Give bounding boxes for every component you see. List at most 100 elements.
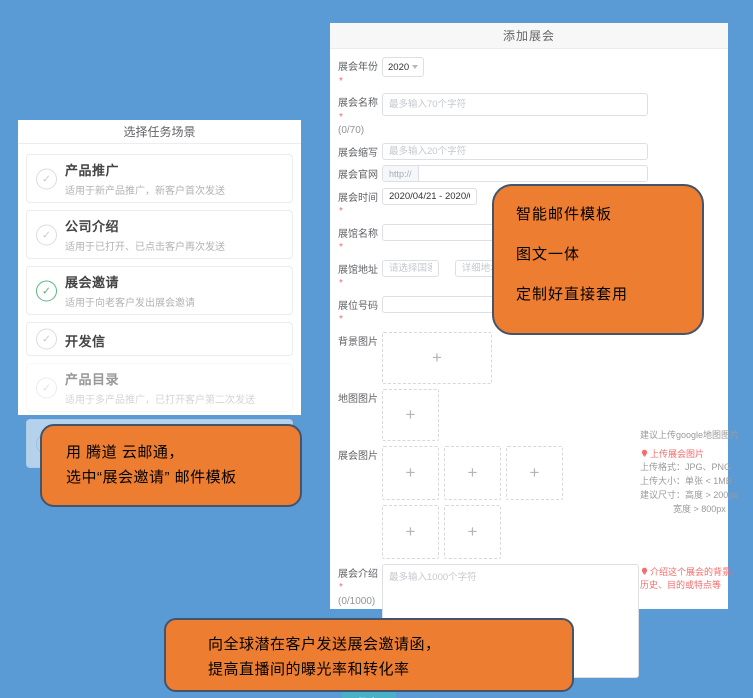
callout-goal: 向全球潜在客户发送展会邀请函， 提高直播间的曝光率和转化率: [164, 618, 574, 692]
map-upload-hint: 建议上传google地图图片: [640, 429, 740, 443]
scenario-item-company-intro[interactable]: ✓ 公司介绍 适用于已打开、已点击客户再次发送: [26, 210, 293, 259]
photos-hint-format: 上传格式：JPG、PNG: [640, 461, 740, 475]
bulb-icon: [640, 449, 649, 458]
required-mark: *: [339, 278, 343, 289]
task-scenario-panel: 选择任务场景 ✓ 产品推广 适用于新产品推广，新客户首次发送 ✓ 公司介绍 适用…: [18, 120, 301, 415]
intro-hint-text: 介绍这个展会的背景、历史、目的或特点等: [640, 567, 740, 591]
plus-icon: +: [530, 463, 540, 483]
plus-icon: +: [468, 463, 478, 483]
year-select-value: 2020: [388, 62, 409, 73]
check-icon: ✓: [36, 224, 57, 245]
required-mark: *: [339, 112, 343, 123]
abbr-label: 展会缩写: [338, 143, 382, 161]
callout-line: 用 腾道 云邮通，: [66, 441, 292, 466]
callout-line: 选中“展会邀请” 邮件模板: [66, 466, 292, 491]
scenario-title: 开发信: [65, 331, 284, 350]
check-icon: ✓: [36, 168, 57, 189]
scenario-item-product-promo[interactable]: ✓ 产品推广 适用于新产品推广，新客户首次发送: [26, 154, 293, 203]
plus-icon: +: [406, 522, 416, 542]
scenario-subtitle: 适用于多产品推广，已打开客户第二次发送: [65, 391, 284, 406]
name-label: 展会名称: [338, 98, 378, 109]
website-input-group: http://: [382, 165, 648, 182]
map-upload-box[interactable]: +: [382, 389, 439, 441]
country-select-input[interactable]: [382, 260, 439, 277]
callout-template-features: 智能邮件模板 图文一体 定制好直接套用: [492, 184, 704, 335]
scenario-item-dev-letter[interactable]: ✓ 开发信: [26, 322, 293, 356]
row-abbr: 展会缩写: [338, 143, 728, 161]
row-year: 展会年份 * 2020: [338, 57, 728, 88]
slide-background: 选择任务场景 ✓ 产品推广 适用于新产品推广，新客户首次发送 ✓ 公司介绍 适用…: [0, 0, 753, 698]
photo-upload-box[interactable]: +: [506, 446, 563, 500]
check-icon-selected: ✓: [36, 280, 57, 301]
scenario-subtitle: 适用于新产品推广，新客户首次发送: [65, 182, 284, 197]
time-label: 展会时间: [338, 193, 378, 204]
url-prefix-label: http://: [383, 166, 419, 181]
map-image-label: 地图图片: [338, 389, 382, 441]
photos-upload-hint: 上传展会图片 上传格式：JPG、PNG 上传大小：单张 < 1MB 建议尺寸：高…: [640, 448, 740, 518]
required-mark: *: [339, 206, 343, 217]
scenario-title: 展会邀请: [65, 272, 284, 291]
callout-line: 智能邮件模板: [516, 203, 692, 224]
scenario-title: 产品目录: [65, 369, 284, 388]
photo-upload-box[interactable]: +: [382, 446, 439, 500]
check-icon: ✓: [36, 329, 57, 350]
abbreviation-input[interactable]: [382, 143, 648, 160]
callout-line: 图文一体: [516, 243, 692, 264]
scenario-subtitle: 适用于向老客户发出展会邀请: [65, 294, 284, 309]
scenario-title: 公司介绍: [65, 216, 284, 235]
plus-icon: +: [468, 522, 478, 542]
callout-instruction: 用 腾道 云邮通， 选中“展会邀请” 邮件模板: [40, 424, 302, 507]
photo-upload-box[interactable]: +: [444, 446, 501, 500]
photo-upload-grid: + + + + +: [382, 446, 582, 559]
callout-line: 定制好直接套用: [516, 283, 692, 304]
check-icon: ✓: [36, 377, 57, 398]
scenario-panel-title: 选择任务场景: [18, 120, 301, 144]
venue-label: 展馆名称: [338, 229, 378, 240]
address-label: 展馆地址: [338, 265, 378, 276]
intro-hint: 介绍这个展会的背景、历史、目的或特点等: [640, 566, 740, 594]
photos-hint-dim1: 建议尺寸：高度 > 200px: [640, 489, 740, 503]
year-select[interactable]: 2020: [382, 57, 424, 77]
bulb-icon: [640, 567, 649, 576]
required-mark: *: [339, 242, 343, 253]
row-name: 展会名称 * (0/70): [338, 93, 728, 138]
plus-icon: +: [432, 348, 442, 368]
name-counter: (0/70): [338, 125, 364, 136]
form-body: 展会年份 * 2020 展会名称 * (0/70) 展会缩写: [330, 49, 728, 698]
row-website: 展会官网 http://: [338, 165, 728, 183]
intro-label: 展会介绍: [338, 569, 378, 580]
scenario-subtitle: 适用于已打开、已点击客户再次发送: [65, 238, 284, 253]
photo-upload-box[interactable]: +: [382, 505, 439, 559]
scenario-list: ✓ 产品推广 适用于新产品推广，新客户首次发送 ✓ 公司介绍 适用于已打开、已点…: [18, 144, 301, 468]
cancel-button[interactable]: 取消: [416, 694, 438, 698]
chevron-down-icon: [412, 65, 418, 69]
row-map-image: 地图图片 + 建议上传google地图图片: [338, 389, 728, 441]
scenario-title: 产品推广: [65, 160, 284, 179]
plus-icon: +: [406, 405, 416, 425]
booth-label: 展位号码: [338, 301, 378, 312]
scenario-item-exhibition-invite[interactable]: ✓ 展会邀请 适用于向老客户发出展会邀请: [26, 266, 293, 315]
photos-hint-title: 上传展会图片: [650, 449, 704, 459]
callout-line: 向全球潜在客户发送展会邀请函，: [208, 633, 564, 658]
photos-hint-dim2: 宽度 > 800px: [640, 503, 740, 517]
required-mark: *: [339, 76, 343, 87]
row-bg-image: 背景图片 +: [338, 332, 728, 384]
website-label: 展会官网: [338, 165, 382, 183]
photo-upload-box[interactable]: +: [444, 505, 501, 559]
year-label: 展会年份: [338, 62, 378, 73]
row-photos: 展会图片 + + + + + 上传展会图片 上传格式：JPG、PNG 上传大小：…: [338, 446, 728, 559]
photos-label: 展会图片: [338, 446, 382, 559]
background-upload-box[interactable]: +: [382, 332, 492, 384]
photos-hint-size: 上传大小：单张 < 1MB: [640, 475, 740, 489]
website-input[interactable]: [419, 166, 647, 181]
date-range-input[interactable]: [382, 188, 477, 205]
scenario-item-product-catalog[interactable]: ✓ 产品目录 适用于多产品推广，已打开客户第二次发送: [26, 363, 293, 412]
intro-counter: (0/1000): [338, 596, 375, 607]
callout-line: 提高直播间的曝光率和转化率: [208, 658, 564, 683]
exhibition-name-input[interactable]: [382, 93, 648, 116]
bg-image-label: 背景图片: [338, 332, 382, 384]
form-title: 添加展会: [330, 23, 728, 49]
plus-icon: +: [406, 463, 416, 483]
required-mark: *: [339, 582, 343, 593]
required-mark: *: [339, 314, 343, 325]
